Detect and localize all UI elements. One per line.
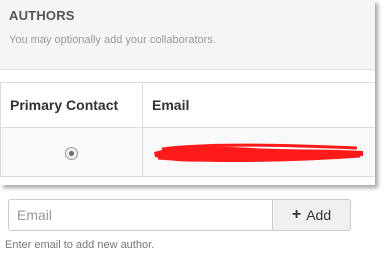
authors-header: AUTHORS You may optionally add your coll… — [0, 0, 375, 70]
section-title: AUTHORS — [9, 8, 75, 23]
email-cell — [142, 127, 375, 177]
authors-table: Primary Contact Email — [0, 82, 375, 177]
table-row — [0, 127, 375, 177]
add-button-label: Add — [306, 207, 332, 223]
table-header-row: Primary Contact Email — [0, 82, 375, 128]
section-subtitle: You may optionally add your collaborator… — [9, 34, 216, 46]
add-author-button[interactable]: + Add — [272, 199, 351, 231]
plus-icon: + — [291, 206, 302, 223]
add-author-group: + Add — [8, 199, 351, 231]
authors-panel: AUTHORS You may optionally add your coll… — [0, 0, 375, 185]
email-input[interactable] — [8, 199, 272, 231]
email-help-text: Enter email to add new author. — [5, 239, 155, 251]
column-header-primary-contact: Primary Contact — [0, 82, 143, 128]
primary-contact-radio[interactable] — [65, 146, 78, 160]
redacted-email-mark — [154, 143, 363, 162]
primary-contact-cell — [0, 127, 143, 177]
column-header-email: Email — [142, 82, 375, 128]
